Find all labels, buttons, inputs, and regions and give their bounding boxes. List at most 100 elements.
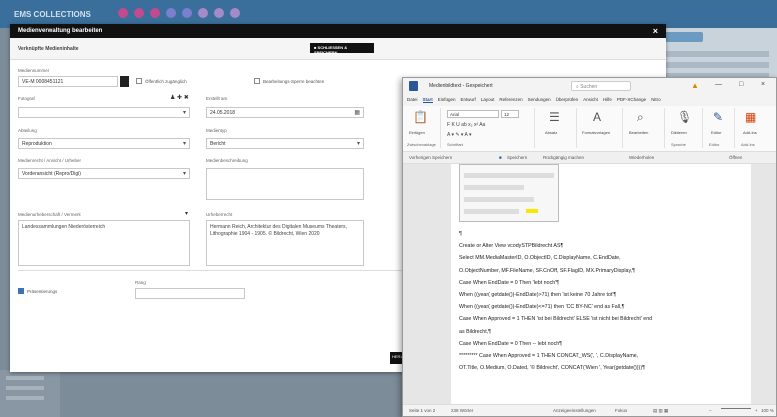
warning-icon[interactable]: ▲ <box>691 81 699 90</box>
view-mode-icons[interactable]: ▤ ▥ ▦ <box>653 408 668 414</box>
toolbar-circle-icon[interactable] <box>230 8 240 18</box>
source-select[interactable]: ▾ <box>18 107 190 118</box>
close-icon[interactable]: × <box>653 26 658 36</box>
font-size-select[interactable]: 12 <box>501 110 519 118</box>
document-canvas[interactable]: ¶ Create or Alter View vcodySTPBildrecht… <box>403 164 776 406</box>
description-label: Medienbeschreibung <box>206 158 248 163</box>
order-field[interactable] <box>135 288 245 299</box>
quickbar-left[interactable]: Vorherigen Speichern <box>409 155 452 160</box>
search-input[interactable]: ⌕ Suchen <box>571 81 631 91</box>
preview-checkbox[interactable] <box>18 288 24 294</box>
toolbar-circle-icon[interactable] <box>150 8 160 18</box>
rights-select[interactable]: Vorderansicht (Repro/Digi) ▾ <box>18 168 190 179</box>
dictate-label: Diktieren <box>671 130 687 135</box>
open-button[interactable]: Öffnen <box>729 155 742 160</box>
page-count[interactable]: Seite 1 von 2 <box>409 408 435 413</box>
menu-design[interactable]: Entwurf <box>461 97 476 103</box>
zoom-level[interactable]: 100 % <box>761 408 774 413</box>
section-divider <box>18 270 402 271</box>
quick-access-bar: Vorherigen Speichern ■ Speichern Rückgän… <box>403 152 776 164</box>
zoom-slider[interactable] <box>721 408 751 409</box>
toolbar-circle-icon[interactable] <box>166 8 176 18</box>
toolbar-circle-icon[interactable] <box>118 8 128 18</box>
close-save-button[interactable]: ■ SCHLIESSEN & SPEICHERN <box>310 43 374 55</box>
menu-nitro[interactable]: Nitro <box>651 97 661 103</box>
restricted-label: Bearbeitungs-Sperre beachten <box>263 79 325 84</box>
menu-insert[interactable]: Einfügen <box>438 97 456 103</box>
menu-start[interactable]: Start <box>422 97 433 103</box>
document-text[interactable]: ¶ Create or Alter View vcodySTPBildrecht… <box>459 228 749 374</box>
chevron-down-icon: ▾ <box>182 171 186 177</box>
styles-icon[interactable]: A <box>593 110 601 124</box>
zoom-out-icon[interactable]: − <box>709 408 712 413</box>
public-checkbox[interactable] <box>136 78 142 84</box>
menu-layout[interactable]: Layout <box>481 97 495 103</box>
text-line: Case When EndDate = 0 Then 'lebt noch'¶ <box>459 279 560 286</box>
menu-mailings[interactable]: Sendungen <box>528 97 551 103</box>
medium-type-select[interactable]: Bericht ▾ <box>206 138 364 149</box>
chevron-down-icon: ▾ <box>356 141 360 147</box>
type-value: Reproduktion <box>22 141 52 147</box>
toolbar-circle-icon[interactable] <box>198 8 208 18</box>
addins-icon[interactable]: ▦ <box>745 110 756 124</box>
date-field[interactable]: 24.05.2018 ▦ <box>206 107 364 118</box>
paragraph-label: Absatz <box>545 130 558 135</box>
medium-number-label: Mediennummer <box>18 68 50 73</box>
zoom-in-icon[interactable]: + <box>755 408 758 413</box>
minimize-icon[interactable]: — <box>715 81 722 88</box>
menu-references[interactable]: Referenzen <box>499 97 522 103</box>
microphone-icon[interactable]: 🎙 <box>677 110 692 124</box>
date-label: Erstellt am <box>206 96 228 101</box>
background-pill-button[interactable] <box>665 32 703 42</box>
menu-help[interactable]: Hilfe <box>603 97 612 103</box>
type-select[interactable]: Reproduktion ▾ <box>18 138 190 149</box>
voice-group: 🎙 Diktieren Sprache <box>667 108 703 148</box>
word-count[interactable]: 238 Wörter <box>451 408 473 413</box>
search-placeholder: Suchen <box>580 84 598 90</box>
edit-label: Bearbeiten <box>629 130 649 135</box>
maximize-icon[interactable]: □ <box>739 81 743 88</box>
document-page[interactable]: ¶ Create or Alter View vcodySTPBildrecht… <box>451 164 751 406</box>
editor-icon[interactable]: ✎ <box>713 110 723 124</box>
save-icon[interactable]: ■ <box>499 155 502 160</box>
paragraph-icon[interactable]: ☰ <box>549 110 560 124</box>
medium-number-field[interactable]: VE-M 0008451121 <box>18 76 118 87</box>
paste-icon[interactable]: 📋 <box>413 110 428 124</box>
save-button[interactable]: Speichern <box>507 155 527 160</box>
close-icon[interactable]: × <box>761 81 765 88</box>
font-name-select[interactable]: Arial <box>447 110 499 118</box>
menu-review[interactable]: Überprüfen <box>556 97 579 103</box>
format-buttons[interactable]: F K U ab x₂ x² Aa <box>447 122 485 128</box>
person-add-icons[interactable]: ♟ ✚ ✖ <box>170 94 189 101</box>
medium-number-button[interactable] <box>120 76 129 87</box>
copyright-textarea[interactable]: Landessammlungen Niederösterreich <box>18 220 190 266</box>
medium-type-value: Bericht <box>210 141 226 147</box>
focus-button[interactable]: Fokus <box>615 408 627 413</box>
display-settings[interactable]: Anzeigeeinstellungen <box>553 408 596 413</box>
undo-button[interactable]: Rückgängig machen <box>543 155 584 160</box>
chevron-down-icon[interactable]: ▾ <box>185 210 188 217</box>
menu-pdf[interactable]: PDF-XChange <box>617 97 646 103</box>
search-icon[interactable]: ⌕ <box>637 110 644 125</box>
font-label: Schriftart <box>447 142 464 147</box>
medium-type-label: Medientyp <box>206 128 227 133</box>
editor-label: Editor <box>711 130 722 135</box>
menu-view[interactable]: Ansicht <box>583 97 598 103</box>
credit-value: Hermann Reich, Architektur des Digitalen… <box>210 224 347 237</box>
calendar-icon[interactable]: ▦ <box>354 109 360 116</box>
description-textarea[interactable] <box>206 168 364 200</box>
text-line: as Bildrecht,¶ <box>459 328 491 335</box>
embedded-screenshot <box>459 164 559 222</box>
menu-file[interactable]: Datei <box>407 97 418 103</box>
restricted-checkbox[interactable] <box>254 78 260 84</box>
toolbar-circle-icon[interactable] <box>134 8 144 18</box>
toolbar-circle-icon[interactable] <box>214 8 224 18</box>
public-label: Öffentlich zugänglich <box>145 79 187 84</box>
credit-textarea[interactable]: Hermann Reich, Architektur des Digitalen… <box>206 220 364 266</box>
text-line: Create or Alter View vcodySTPBildrecht A… <box>459 243 564 250</box>
toolbar-circle-icon[interactable] <box>182 8 192 18</box>
rights-value: Vorderansicht (Repro/Digi) <box>22 171 81 177</box>
redo-button[interactable]: Wiederholen <box>629 155 654 160</box>
paragraph-group: ☰ Absatz <box>537 108 577 148</box>
color-buttons[interactable]: A ▾ ✎ ▾ A ▾ <box>447 132 472 138</box>
